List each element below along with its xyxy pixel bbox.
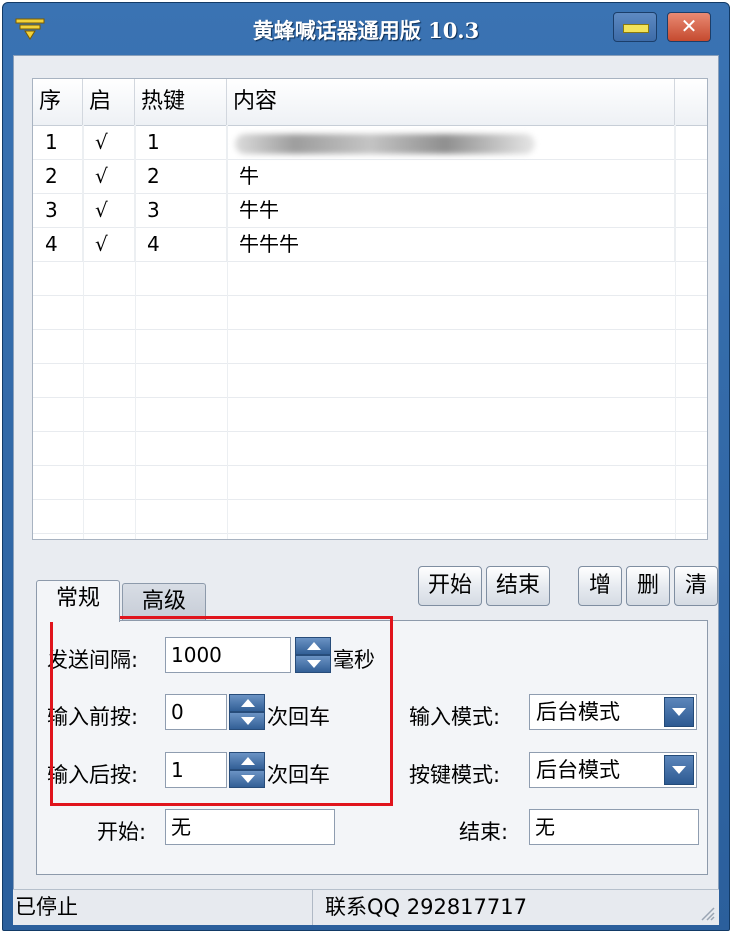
status-bar: 已停止 联系QQ 292817717 [13, 889, 719, 925]
spin-up-button[interactable] [295, 637, 331, 655]
key-mode-select[interactable]: 后台模式 [529, 752, 697, 788]
press-before-unit: 次回车 [267, 705, 330, 729]
dropdown-arrow-icon[interactable] [664, 755, 694, 785]
row-index: 1 [33, 125, 83, 159]
title-bar[interactable]: 黄蜂喊话器通用版 10.3 ✕ [3, 3, 729, 55]
input-mode-select[interactable]: 后台模式 [529, 694, 697, 730]
press-after-input[interactable]: 1 [165, 752, 227, 788]
column-divider [135, 125, 136, 539]
press-after-label: 输入后按: [47, 763, 139, 787]
start-hotkey-label: 开始: [97, 820, 147, 844]
key-mode-label: 按键模式: [409, 763, 501, 787]
dropdown-arrow-icon[interactable] [664, 697, 694, 727]
column-header-content[interactable]: 内容 [227, 79, 675, 125]
row-hotkey: 4 [135, 227, 227, 261]
arrow-up-icon [241, 757, 255, 765]
row-index: 2 [33, 159, 83, 193]
column-header-index[interactable]: 序 [33, 79, 83, 125]
arrow-down-icon [307, 660, 321, 668]
send-interval-spinner[interactable] [295, 637, 331, 673]
column-divider [675, 125, 676, 539]
send-interval-label: 发送间隔: [47, 648, 139, 672]
input-mode-label: 输入模式: [409, 705, 501, 729]
close-button[interactable]: ✕ [667, 12, 711, 42]
row-content: 牛牛 [227, 193, 675, 227]
row-content: 牛牛牛 [227, 227, 675, 261]
row-enabled-check[interactable]: √ [83, 159, 135, 193]
minimize-icon [623, 24, 649, 33]
chevron-down-icon [672, 766, 686, 774]
close-icon: ✕ [680, 14, 698, 38]
column-header-hotkey[interactable]: 热键 [135, 79, 227, 125]
add-button[interactable]: 增 [578, 566, 622, 606]
column-divider [227, 125, 228, 539]
table-header: 序 启 热键 内容 [33, 79, 707, 126]
column-header-enabled[interactable]: 启 [83, 79, 135, 125]
status-contact: 联系QQ 292817717 [325, 895, 527, 919]
stop-hotkey-input[interactable]: 无 [529, 809, 699, 845]
press-before-input[interactable]: 0 [165, 694, 227, 730]
spin-down-button[interactable] [229, 770, 265, 788]
delete-button[interactable]: 删 [626, 566, 670, 606]
stop-hotkey-label: 结束: [459, 820, 509, 844]
press-after-unit: 次回车 [267, 763, 330, 787]
spin-up-button[interactable] [229, 694, 265, 712]
row-content: 牛 [227, 159, 675, 193]
key-mode-value: 后台模式 [536, 758, 620, 782]
start-hotkey-input[interactable]: 无 [165, 809, 335, 845]
column-header-spacer [675, 79, 707, 125]
row-hotkey: 1 [135, 125, 227, 159]
arrow-up-icon [241, 699, 255, 707]
row-enabled-check[interactable]: √ [83, 227, 135, 261]
hotkey-table: 序 启 热键 内容 1 √ 1 2 √ 2 牛 3 √ 3 牛牛 4 √ 4 牛… [32, 78, 708, 540]
row-hotkey: 2 [135, 159, 227, 193]
tab-advanced[interactable]: 高级 [122, 583, 206, 621]
arrow-down-icon [241, 717, 255, 725]
tab-general[interactable]: 常规 [36, 580, 120, 622]
spin-up-button[interactable] [229, 752, 265, 770]
row-hotkey: 3 [135, 193, 227, 227]
press-before-spinner[interactable] [229, 694, 265, 730]
chevron-down-icon [672, 708, 686, 716]
press-after-spinner[interactable] [229, 752, 265, 788]
press-before-label: 输入前按: [47, 705, 139, 729]
row-index: 4 [33, 227, 83, 261]
stop-button[interactable]: 结束 [486, 566, 550, 606]
status-state: 已停止 [13, 890, 313, 925]
spin-down-button[interactable] [295, 655, 331, 673]
row-enabled-check[interactable]: √ [83, 193, 135, 227]
spin-down-button[interactable] [229, 712, 265, 730]
arrow-up-icon [307, 642, 321, 650]
clear-button[interactable]: 清 [674, 566, 718, 606]
input-mode-value: 后台模式 [536, 700, 620, 724]
resize-grip-icon[interactable] [697, 903, 715, 921]
arrow-down-icon [241, 775, 255, 783]
send-interval-input[interactable]: 1000 [165, 637, 291, 673]
row-index: 3 [33, 193, 83, 227]
minimize-button[interactable] [613, 12, 657, 42]
row-enabled-check[interactable]: √ [83, 125, 135, 159]
client-area: 序 启 热键 内容 1 √ 1 2 √ 2 牛 3 √ 3 牛牛 4 √ 4 牛… [13, 55, 719, 925]
app-window: 黄蜂喊话器通用版 10.3 ✕ 序 启 热键 内容 1 √ 1 2 √ 2 牛 … [2, 2, 730, 931]
column-divider [83, 125, 84, 539]
redacted-content [235, 134, 535, 154]
send-interval-unit: 毫秒 [333, 648, 375, 672]
start-button[interactable]: 开始 [418, 566, 482, 606]
